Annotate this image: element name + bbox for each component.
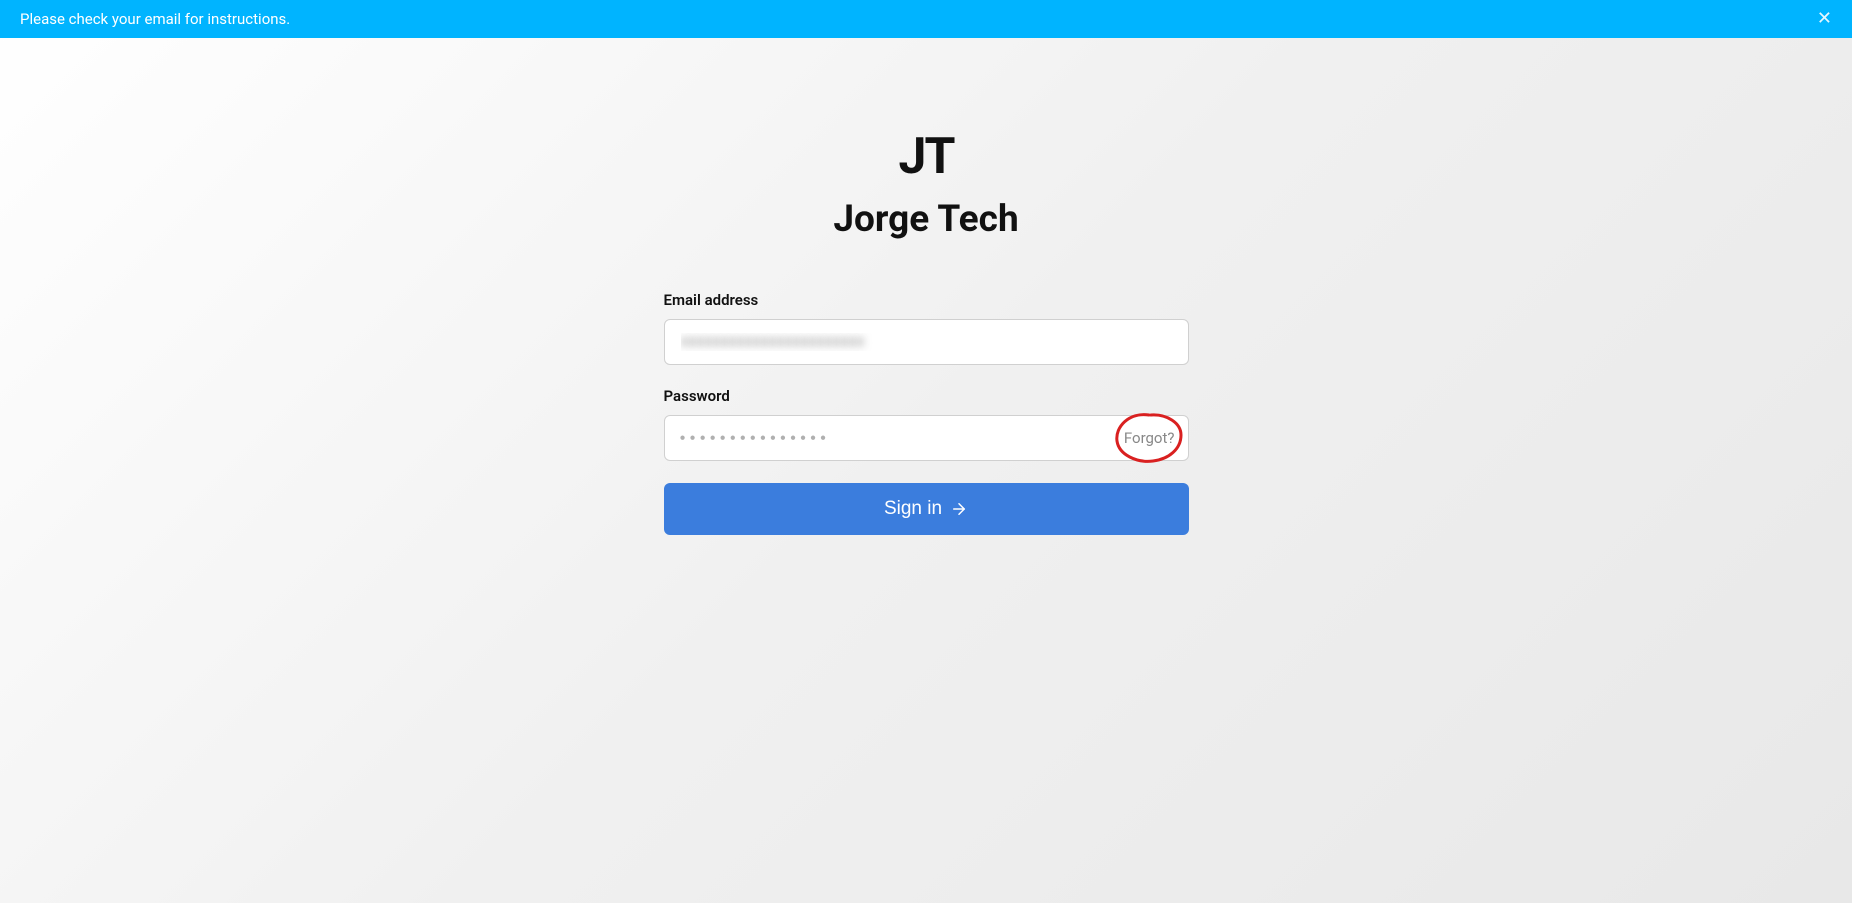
notification-bar: Please check your email for instructions… [0,0,1852,38]
password-label: Password [664,387,1189,405]
signin-button[interactable]: Sign in [664,483,1189,535]
notification-message: Please check your email for instructions… [20,10,290,28]
arrow-right-icon [950,500,968,518]
login-container: JT Jorge Tech Email address Password ●●●… [664,38,1189,535]
email-field[interactable] [664,319,1189,365]
email-label: Email address [664,291,1189,309]
close-icon[interactable]: ✕ [1817,10,1832,28]
signin-button-label: Sign in [884,498,942,520]
password-field[interactable] [664,415,1189,461]
brand-logo: JT [664,128,1189,186]
password-wrapper: ●●●●●●●●●●●●●●● Forgot? [664,415,1189,461]
email-group: Email address [664,291,1189,365]
brand-name: Jorge Tech [664,198,1189,241]
password-group: Password ●●●●●●●●●●●●●●● Forgot? [664,387,1189,461]
forgot-password-link[interactable]: Forgot? [1124,429,1175,447]
